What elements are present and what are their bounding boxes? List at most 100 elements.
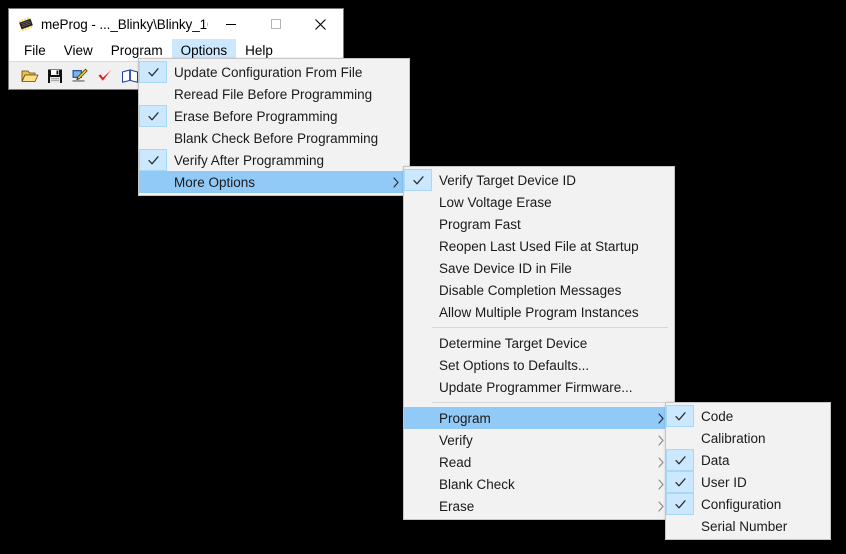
menu-item-update-configuration-from-file[interactable]: Update Configuration From File	[139, 61, 409, 83]
menu-item-more-options[interactable]: More Options	[139, 171, 409, 193]
menu-item-label: Calibration	[701, 430, 766, 446]
menu-item-determine-target-device[interactable]: Determine Target Device	[404, 332, 674, 354]
menu-item-label: More Options	[174, 174, 256, 190]
checkmark-placeholder	[404, 213, 432, 235]
menu-item-blank-check[interactable]: Blank Check	[404, 473, 674, 495]
checkmark-placeholder	[666, 427, 694, 449]
options-dropdown-menu: Update Configuration From File Reread Fi…	[138, 58, 410, 196]
checkmark-placeholder	[404, 332, 432, 354]
menu-item-reread-file-before-programming[interactable]: Reread File Before Programming	[139, 83, 409, 105]
chevron-right-icon	[657, 451, 665, 473]
chip-icon	[17, 15, 35, 33]
menu-item-label: Determine Target Device	[439, 335, 588, 351]
menu-item-allow-multiple-program-instances[interactable]: Allow Multiple Program Instances	[404, 301, 674, 323]
title-bar[interactable]: meProg - ..._Blinky\Blinky_16F...	[9, 9, 343, 39]
menu-item-blank-check-before-programming[interactable]: Blank Check Before Programming	[139, 127, 409, 149]
menu-item-save-device-id-in-file[interactable]: Save Device ID in File	[404, 257, 674, 279]
checkmark-placeholder	[404, 451, 432, 473]
menu-item-label: Program Fast	[439, 216, 521, 232]
menu-separator	[432, 327, 668, 328]
chevron-right-icon	[657, 473, 665, 495]
checkmark-placeholder	[404, 495, 432, 517]
menubar-item-label: View	[63, 42, 93, 58]
chevron-right-icon	[657, 429, 665, 451]
menu-item-update-programmer-firmware[interactable]: Update Programmer Firmware...	[404, 376, 674, 398]
checkmark-placeholder	[404, 279, 432, 301]
menu-item-label: Configuration	[701, 496, 782, 512]
menubar-item-view[interactable]: View	[55, 39, 102, 61]
checkmark-icon	[139, 105, 167, 127]
menu-item-label: User ID	[701, 474, 747, 490]
program-submenu: Code Calibration Data User ID Configurat…	[665, 402, 831, 540]
maximize-button[interactable]	[253, 9, 298, 39]
menubar-item-file[interactable]: File	[15, 39, 55, 61]
menu-item-data[interactable]: Data	[666, 449, 830, 471]
menu-item-calibration[interactable]: Calibration	[666, 427, 830, 449]
menu-item-label: Reread File Before Programming	[174, 86, 373, 102]
menubar-item-label: Program	[110, 42, 163, 58]
checkmark-placeholder	[404, 407, 432, 429]
menu-item-label: Verify After Programming	[174, 152, 325, 168]
menu-item-low-voltage-erase[interactable]: Low Voltage Erase	[404, 191, 674, 213]
more-options-submenu: Verify Target Device ID Low Voltage Eras…	[403, 166, 675, 520]
menu-item-erase-before-programming[interactable]: Erase Before Programming	[139, 105, 409, 127]
checkmark-placeholder	[404, 257, 432, 279]
menubar-item-label: Help	[245, 42, 273, 58]
menu-item-disable-completion-messages[interactable]: Disable Completion Messages	[404, 279, 674, 301]
program-device-icon[interactable]	[69, 65, 91, 87]
menu-item-read[interactable]: Read	[404, 451, 674, 473]
menu-item-user-id[interactable]: User ID	[666, 471, 830, 493]
menu-item-label: Verify Target Device ID	[439, 172, 577, 188]
menu-item-label: Update Programmer Firmware...	[439, 379, 633, 395]
chevron-right-icon	[657, 407, 665, 429]
checkmark-icon	[139, 61, 167, 83]
menu-item-verify[interactable]: Verify	[404, 429, 674, 451]
minimize-button[interactable]	[208, 9, 253, 39]
menu-item-label: Blank Check	[439, 476, 515, 492]
checkmark-placeholder	[404, 235, 432, 257]
menu-item-label: Allow Multiple Program Instances	[439, 304, 639, 320]
menu-item-label: Code	[701, 408, 734, 424]
checkmark-placeholder	[404, 191, 432, 213]
menubar-item-label: File	[24, 42, 46, 58]
chevron-right-icon	[392, 171, 400, 193]
checkmark-icon	[139, 149, 167, 171]
menu-item-label: Save Device ID in File	[439, 260, 572, 276]
save-file-icon[interactable]	[44, 65, 66, 87]
menu-item-configuration[interactable]: Configuration	[666, 493, 830, 515]
menu-item-label: Data	[701, 452, 730, 468]
menu-item-label: Blank Check Before Programming	[174, 130, 379, 146]
window-title: meProg - ..._Blinky\Blinky_16F...	[41, 16, 208, 32]
menubar-item-label: Options	[180, 42, 228, 58]
checkmark-placeholder	[139, 171, 167, 193]
chevron-right-icon	[657, 495, 665, 517]
menu-item-label: Low Voltage Erase	[439, 194, 552, 210]
menu-item-program[interactable]: Program	[404, 407, 674, 429]
menu-item-erase[interactable]: Erase	[404, 495, 674, 517]
menu-item-serial-number[interactable]: Serial Number	[666, 515, 830, 537]
menu-item-label: Erase Before Programming	[174, 108, 338, 124]
checkmark-icon	[666, 493, 694, 515]
menu-item-program-fast[interactable]: Program Fast	[404, 213, 674, 235]
checkmark-placeholder	[404, 354, 432, 376]
menu-item-verify-after-programming[interactable]: Verify After Programming	[139, 149, 409, 171]
verify-checkmark-icon[interactable]	[94, 65, 116, 87]
menu-item-set-options-to-defaults[interactable]: Set Options to Defaults...	[404, 354, 674, 376]
menu-item-label: Reopen Last Used File at Startup	[439, 238, 639, 254]
close-button[interactable]	[298, 9, 343, 39]
menu-separator	[432, 402, 668, 403]
checkmark-placeholder	[139, 127, 167, 149]
menu-item-label: Program	[439, 410, 491, 426]
menu-item-label: Verify	[439, 432, 473, 448]
menu-item-verify-target-device-id[interactable]: Verify Target Device ID	[404, 169, 674, 191]
checkmark-icon	[666, 449, 694, 471]
checkmark-icon	[404, 169, 432, 191]
menu-item-code[interactable]: Code	[666, 405, 830, 427]
open-file-icon[interactable]	[19, 65, 41, 87]
checkmark-placeholder	[404, 301, 432, 323]
menu-item-label: Disable Completion Messages	[439, 282, 622, 298]
menu-item-label: Erase	[439, 498, 475, 514]
menu-item-reopen-last-used-file-at-startup[interactable]: Reopen Last Used File at Startup	[404, 235, 674, 257]
menu-item-label: Read	[439, 454, 472, 470]
menu-item-label: Update Configuration From File	[174, 64, 363, 80]
